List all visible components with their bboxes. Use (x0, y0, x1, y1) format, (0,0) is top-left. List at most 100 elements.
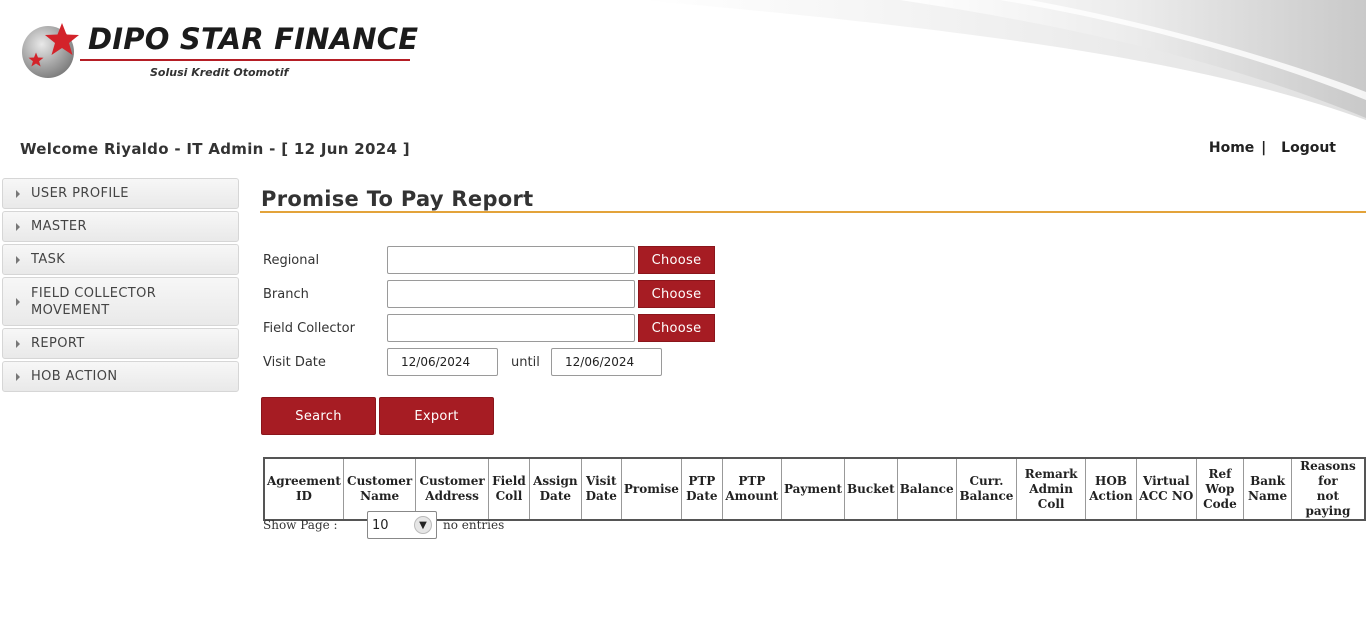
title-divider (260, 211, 1366, 213)
column-header-line: not paying (1305, 489, 1351, 518)
caret-right-icon (16, 189, 20, 198)
column-header[interactable]: Remark Admin Coll (1016, 457, 1086, 521)
regional-input[interactable] (387, 246, 635, 274)
column-header-line: Date (686, 489, 718, 503)
home-link[interactable]: Home (1209, 140, 1254, 156)
small-star-icon (28, 52, 44, 67)
choose-branch-button[interactable]: Choose (638, 280, 715, 308)
sidebar-item-label: HOB ACTION (31, 369, 118, 384)
column-header[interactable]: Balance (896, 457, 957, 521)
sidebar-item-user-profile[interactable]: USER PROFILE (2, 178, 239, 209)
column-header-line: Reasons for (1300, 459, 1356, 488)
sidebar-menu: USER PROFILE MASTER TASK FIELD COLLECTOR… (2, 178, 239, 394)
column-header-line: Virtual (1143, 474, 1190, 488)
column-header[interactable]: Bucket (844, 457, 898, 521)
star-icon (45, 23, 79, 55)
column-header-line: Bucket (847, 481, 895, 496)
column-header[interactable]: Ref Wop Code (1195, 457, 1245, 521)
brand-underline (80, 59, 410, 61)
branch-input[interactable] (387, 280, 635, 308)
column-header-line: Agreement (267, 474, 341, 488)
column-header-line: PTP (688, 474, 716, 488)
column-header-line: HOB (1094, 474, 1127, 488)
column-header[interactable]: Bank Name (1243, 457, 1292, 521)
column-header-line: Date (585, 489, 617, 503)
show-page-label: Show Page : (263, 518, 338, 532)
visit-date-to-input[interactable]: 12/06/2024 (551, 348, 662, 376)
column-header-line: ACC NO (1139, 489, 1194, 503)
column-header-line: ID (295, 489, 312, 503)
column-header-line: Remark (1024, 466, 1078, 481)
page-size-select[interactable]: 10 ▼ (367, 511, 437, 539)
column-header-line: Balance (959, 489, 1014, 503)
column-header[interactable]: Promise (620, 457, 682, 521)
choose-regional-button[interactable]: Choose (638, 246, 715, 274)
sidebar-item-field-collector-movement[interactable]: FIELD COLLECTOR MOVEMENT (2, 277, 239, 326)
choose-field-collector-button[interactable]: Choose (638, 314, 715, 342)
column-header-line: PTP (738, 474, 766, 488)
column-header[interactable]: Assign Date (529, 457, 582, 521)
field-collector-input[interactable] (387, 314, 635, 342)
header-banner: DIPO STAR FINANCE Solusi Kredit Otomotif (0, 0, 1366, 120)
column-header[interactable]: Curr. Balance (955, 457, 1018, 521)
sidebar-item-label: USER PROFILE (31, 186, 129, 201)
top-nav-links: Home | Logout (1209, 140, 1336, 156)
caret-right-icon (16, 339, 20, 348)
column-header-line: Balance (899, 481, 954, 496)
page-title: Promise To Pay Report (261, 187, 534, 211)
column-header-line: Admin Coll (1029, 481, 1073, 511)
visit-date-from-input[interactable]: 12/06/2024 (387, 348, 498, 376)
column-header-line: Bank (1250, 474, 1286, 488)
export-button[interactable]: Export (379, 397, 494, 435)
caret-right-icon (16, 297, 20, 306)
column-header-line: Action (1089, 489, 1133, 503)
visit-date-label: Visit Date (263, 355, 326, 370)
column-header-line: Amount (725, 489, 779, 503)
sidebar-item-label: REPORT (31, 336, 85, 351)
sidebar-item-label: FIELD COLLECTOR MOVEMENT (31, 285, 157, 318)
caret-right-icon (16, 222, 20, 231)
column-header[interactable]: Agreement ID (263, 457, 344, 521)
sidebar-item-hob-action[interactable]: HOB ACTION (2, 361, 239, 392)
brand-name: DIPO STAR FINANCE (88, 22, 419, 56)
column-header[interactable]: PTP Amount (721, 457, 782, 521)
column-header-line: Coll (495, 489, 523, 503)
search-button[interactable]: Search (261, 397, 376, 435)
sidebar-item-report[interactable]: REPORT (2, 328, 239, 359)
column-header[interactable]: Visit Date (580, 457, 622, 521)
column-header-line: Date (539, 489, 571, 503)
field-collector-label: Field Collector (263, 321, 355, 336)
entries-status: no entries (443, 518, 505, 532)
column-header-line: Name (1248, 489, 1288, 503)
column-header[interactable]: Payment (780, 457, 846, 521)
column-header-line: Code (1203, 496, 1237, 511)
column-header-line: Payment (783, 481, 843, 496)
caret-right-icon (16, 255, 20, 264)
column-header-line: Curr. (969, 474, 1004, 488)
sidebar-item-label: TASK (31, 252, 66, 267)
column-header[interactable]: Reasons for not paying (1290, 457, 1366, 521)
column-header-line: Promise (623, 481, 679, 496)
dropdown-arrow-icon: ▼ (414, 516, 432, 534)
column-header-line: Name (360, 489, 400, 503)
sidebar-item-master[interactable]: MASTER (2, 211, 239, 242)
regional-label: Regional (263, 253, 320, 268)
column-header-line: Customer (347, 474, 413, 488)
sidebar-item-label: MASTER (31, 219, 87, 234)
sidebar-item-task[interactable]: TASK (2, 244, 239, 275)
column-header-line: Visit (585, 474, 617, 488)
column-header-line: Address (425, 489, 479, 503)
brand-logo[interactable]: DIPO STAR FINANCE Solusi Kredit Otomotif (20, 22, 420, 92)
nav-separator: | (1261, 140, 1267, 156)
column-header[interactable]: Field Coll (487, 457, 531, 521)
logout-link[interactable]: Logout (1281, 140, 1336, 156)
welcome-message: Welcome Riyaldo - IT Admin - [ 12 Jun 20… (20, 140, 410, 158)
column-header-line: Field (492, 474, 526, 488)
column-header[interactable]: PTP Date (680, 457, 723, 521)
column-header[interactable]: Virtual ACC NO (1136, 457, 1197, 521)
page-size-value: 10 (372, 517, 389, 533)
column-header[interactable]: HOB Action (1084, 457, 1138, 521)
caret-right-icon (16, 372, 20, 381)
branch-label: Branch (263, 287, 309, 302)
column-header-line: Ref Wop (1205, 466, 1235, 496)
